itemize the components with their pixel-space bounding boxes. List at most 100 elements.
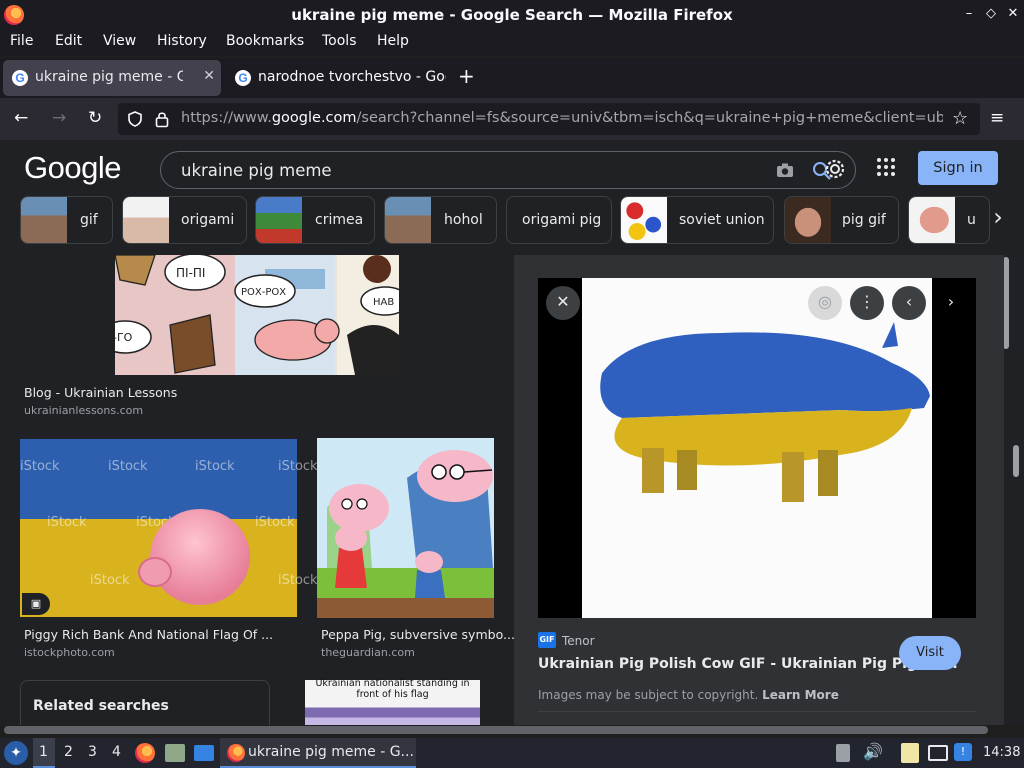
- result-image-comic[interactable]: ПІ-ПІ РОХ-РОХ -ГО НАВ: [115, 255, 399, 375]
- result-source[interactable]: istockphoto.com: [24, 646, 115, 659]
- preview-source[interactable]: Tenor: [562, 634, 595, 648]
- menu-file[interactable]: File: [10, 33, 33, 49]
- more-options-icon[interactable]: ⋮: [850, 286, 884, 320]
- bookmark-star-icon[interactable]: ☆: [952, 108, 968, 129]
- result-image-piggy-bank[interactable]: iStock iStock iStock iStock iStock iStoc…: [20, 439, 318, 617]
- search-query[interactable]: ukraine pig meme: [181, 161, 332, 180]
- chip-hohol[interactable]: hohol: [384, 196, 497, 244]
- volume-icon[interactable]: 🔊: [863, 742, 883, 761]
- result-image-peppa-pig[interactable]: [317, 438, 494, 618]
- workspace-1[interactable]: 1: [39, 744, 48, 760]
- notification-icon[interactable]: !: [954, 743, 972, 761]
- page-scrollbar-thumb[interactable]: [1013, 445, 1019, 477]
- lock-icon[interactable]: [154, 110, 170, 128]
- tab-narodnoe-tvorchestvo[interactable]: G narodnoe tvorchestvo - Google Search: [226, 60, 446, 96]
- chip-origami[interactable]: origami: [122, 196, 247, 244]
- piggy-bank-shape: [150, 509, 250, 605]
- clipboard-icon[interactable]: [836, 744, 850, 762]
- maximize-button[interactable]: ◇: [982, 6, 1000, 21]
- chip-pig-gif[interactable]: pig gif: [784, 196, 899, 244]
- chip-label: origami pig: [522, 212, 602, 228]
- menu-tools[interactable]: Tools: [322, 33, 357, 49]
- hamburger-menu-icon[interactable]: ≡: [990, 108, 1004, 128]
- taskbar-window-firefox[interactable]: ukraine pig meme - G...: [220, 738, 416, 768]
- svg-text:-ГО: -ГО: [115, 331, 133, 344]
- chip-thumbnail: [123, 197, 169, 243]
- sign-in-button[interactable]: Sign in: [918, 151, 998, 185]
- chip-thumbnail: [785, 197, 831, 243]
- close-window-button[interactable]: ✕: [1004, 6, 1022, 21]
- window-title: ukraine pig meme - Google Search — Mozil…: [291, 6, 733, 24]
- menu-bookmarks[interactable]: Bookmarks: [226, 33, 304, 49]
- result-source[interactable]: ukrainianlessons.com: [24, 404, 143, 417]
- google-logo[interactable]: Google: [24, 150, 121, 186]
- image-icon: ▣: [22, 593, 50, 615]
- menu-help[interactable]: Help: [377, 33, 409, 49]
- back-icon[interactable]: ←: [14, 108, 28, 128]
- taskbar: ✦ 1 2 3 4 ukraine pig meme - G... 🔊 ! 14…: [0, 738, 1024, 768]
- svg-text:НАВ: НАВ: [373, 297, 394, 308]
- apps-grid-icon[interactable]: [876, 157, 896, 177]
- horizontal-scrollbar[interactable]: [4, 726, 988, 734]
- workspace-2[interactable]: 2: [64, 744, 73, 760]
- chip-gif[interactable]: gif: [20, 196, 113, 244]
- reload-icon[interactable]: ↻: [88, 108, 102, 128]
- chip-label: hohol: [444, 212, 483, 228]
- svg-text:ПІ-ПІ: ПІ-ПІ: [176, 266, 205, 280]
- chip-soviet-union[interactable]: soviet union: [620, 196, 774, 244]
- settings-gear-icon[interactable]: [822, 156, 848, 182]
- chip-thumbnail: [21, 197, 67, 243]
- chip-label: origami: [181, 212, 235, 228]
- learn-more-link[interactable]: Learn More: [762, 688, 839, 702]
- previous-image-icon[interactable]: ‹: [892, 286, 926, 320]
- menu-history[interactable]: History: [157, 33, 207, 49]
- desktop-icon[interactable]: [194, 745, 214, 761]
- search-input[interactable]: ukraine pig meme: [160, 151, 856, 189]
- chevron-right-icon[interactable]: ›: [986, 198, 1010, 238]
- menu-view[interactable]: View: [103, 33, 136, 49]
- tab-ukraine-pig-meme[interactable]: G ukraine pig meme - Google Search ✕: [3, 60, 221, 96]
- tab-label: narodnoe tvorchestvo - Google Search: [258, 69, 446, 85]
- workspace-3[interactable]: 3: [88, 744, 97, 760]
- url-text[interactable]: https://www.google.com/search?channel=fs…: [181, 110, 943, 126]
- close-preview-button[interactable]: ✕: [546, 286, 580, 320]
- copyright-notice: Images may be subject to copyright. Lear…: [538, 688, 839, 702]
- menu-edit[interactable]: Edit: [55, 33, 82, 49]
- notes-icon[interactable]: [901, 743, 919, 763]
- result-caption[interactable]: Peppa Pig, subversive symbo...: [321, 627, 515, 642]
- workspace-4[interactable]: 4: [112, 744, 121, 760]
- chip-thumbnail: [621, 197, 667, 243]
- camera-icon[interactable]: [775, 161, 795, 179]
- chip-thumbnail: [256, 197, 302, 243]
- firefox-launcher-icon[interactable]: [135, 743, 155, 763]
- firefox-icon: [227, 744, 245, 762]
- chip-partial[interactable]: u: [908, 196, 990, 244]
- clock: 14:38: [983, 745, 1021, 760]
- chip-label: crimea: [315, 212, 364, 228]
- close-tab-icon[interactable]: ✕: [203, 68, 215, 84]
- display-icon[interactable]: [928, 745, 948, 761]
- related-searches-card: Related searches: [20, 680, 270, 725]
- next-image-icon[interactable]: ›: [934, 286, 968, 320]
- lens-icon[interactable]: ◎: [808, 286, 842, 320]
- result-image-partial[interactable]: Ukrainian nationalist standing in front …: [305, 678, 480, 725]
- url-bar[interactable]: https://www.google.com/search?channel=fs…: [118, 103, 980, 135]
- chip-crimea[interactable]: crimea: [255, 196, 375, 244]
- file-manager-icon[interactable]: [165, 744, 185, 762]
- visit-button[interactable]: Visit: [899, 636, 961, 670]
- chip-label: gif: [80, 212, 98, 228]
- new-tab-button[interactable]: +: [458, 64, 475, 88]
- tab-bar: G ukraine pig meme - Google Search ✕ G n…: [0, 58, 1024, 98]
- shield-icon[interactable]: [126, 110, 144, 128]
- chip-origami-pig[interactable]: origami pig: [506, 196, 612, 244]
- preview-image-ukrainian-pig[interactable]: [582, 278, 932, 618]
- menu-bar: File Edit View History Bookmarks Tools H…: [0, 30, 1024, 56]
- chip-label: u: [967, 212, 976, 228]
- preview-title[interactable]: Ukrainian Pig Polish Cow GIF - Ukrainian…: [538, 656, 958, 672]
- result-source[interactable]: theguardian.com: [321, 646, 415, 659]
- start-menu-icon[interactable]: ✦: [4, 741, 28, 765]
- forward-icon[interactable]: →: [52, 108, 66, 128]
- minimize-button[interactable]: –: [960, 6, 978, 21]
- result-caption[interactable]: Piggy Rich Bank And National Flag Of ...: [24, 627, 273, 642]
- result-caption[interactable]: Blog - Ukrainian Lessons: [24, 385, 177, 400]
